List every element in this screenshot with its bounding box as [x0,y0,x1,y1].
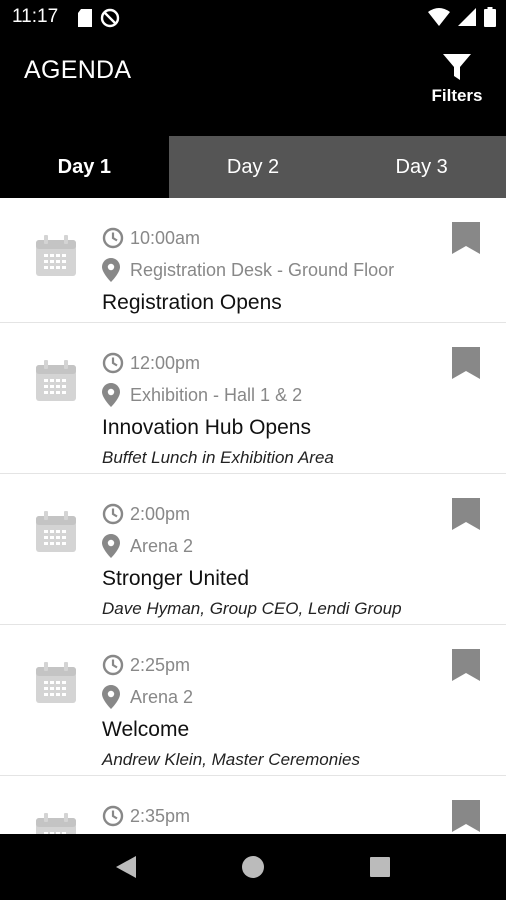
bookmark-icon[interactable] [452,498,480,530]
filters-button[interactable]: Filters [426,52,488,112]
map-pin-icon [102,258,120,282]
agenda-item[interactable]: 12:00pm Exhibition - Hall 1 & 2 Innovati… [0,323,506,474]
clock-icon [102,227,124,249]
signal-icon [458,8,476,26]
session-title: Registration Opens [102,291,282,314]
session-time: 2:25pm [130,654,191,675]
agenda-item[interactable]: 2:25pm Arena 2 Welcome Andrew Klein, Mas… [0,625,506,776]
agenda-item[interactable]: 10:00am Registration Desk - Ground Floor… [0,198,506,323]
session-subtitle: Dave Hyman, Group CEO, Lendi Group [102,599,402,618]
bookmark-icon[interactable] [452,649,480,681]
day-tabs: Day 1 Day 2 Day 3 [0,136,506,198]
map-pin-icon [102,383,120,407]
session-subtitle: Buffet Lunch in Exhibition Area [102,448,334,467]
clock-icon [102,654,124,676]
session-time: 10:00am [130,227,201,248]
calendar-icon [36,511,76,552]
agenda-item[interactable]: 2:35pm [0,776,506,834]
sd-card-icon [78,9,92,27]
page-title: AGENDA [24,56,132,84]
tab-day-2[interactable]: Day 2 [168,136,338,198]
map-pin-icon [102,534,120,558]
calendar-icon [36,235,76,276]
wifi-icon [428,8,450,26]
session-time: 2:00pm [130,503,191,524]
session-title: Welcome [102,718,190,741]
calendar-icon [36,813,76,834]
session-title: Stronger United [102,567,250,590]
calendar-icon [36,360,76,401]
calendar-icon [36,662,76,703]
session-subtitle: Andrew Klein, Master Ceremonies [102,750,360,769]
session-time: 12:00pm [130,352,201,373]
recents-icon[interactable] [368,854,392,880]
tab-day-3[interactable]: Day 3 [337,136,506,198]
bookmark-icon[interactable] [452,800,480,832]
clock-icon [102,503,124,525]
back-icon[interactable] [114,854,138,880]
map-pin-icon [102,685,120,709]
no-disturb-icon [100,8,120,28]
clock-icon [102,805,124,827]
system-nav-bar [0,834,506,900]
tab-day-1[interactable]: Day 1 [0,136,169,198]
clock-icon [102,352,124,374]
session-title: Innovation Hub Opens [102,416,311,439]
agenda-list: 10:00am Registration Desk - Ground Floor… [0,198,506,834]
status-time: 11:17 [12,6,59,27]
session-location: Arena 2 [130,686,194,707]
session-location: Exhibition - Hall 1 & 2 [130,384,303,405]
session-location: Registration Desk - Ground Floor [130,259,395,280]
app-bar: AGENDA Filters [0,36,506,136]
session-time: 2:35pm [130,805,191,826]
status-bar: 11:17 [0,0,506,36]
session-location: Arena 2 [130,535,194,556]
agenda-item[interactable]: 2:00pm Arena 2 Stronger United Dave Hyma… [0,474,506,625]
filter-icon [443,54,471,80]
bookmark-icon[interactable] [452,222,480,254]
battery-icon [484,7,496,27]
filters-label: Filters [431,86,483,105]
bookmark-icon[interactable] [452,347,480,379]
home-icon[interactable] [241,854,265,880]
